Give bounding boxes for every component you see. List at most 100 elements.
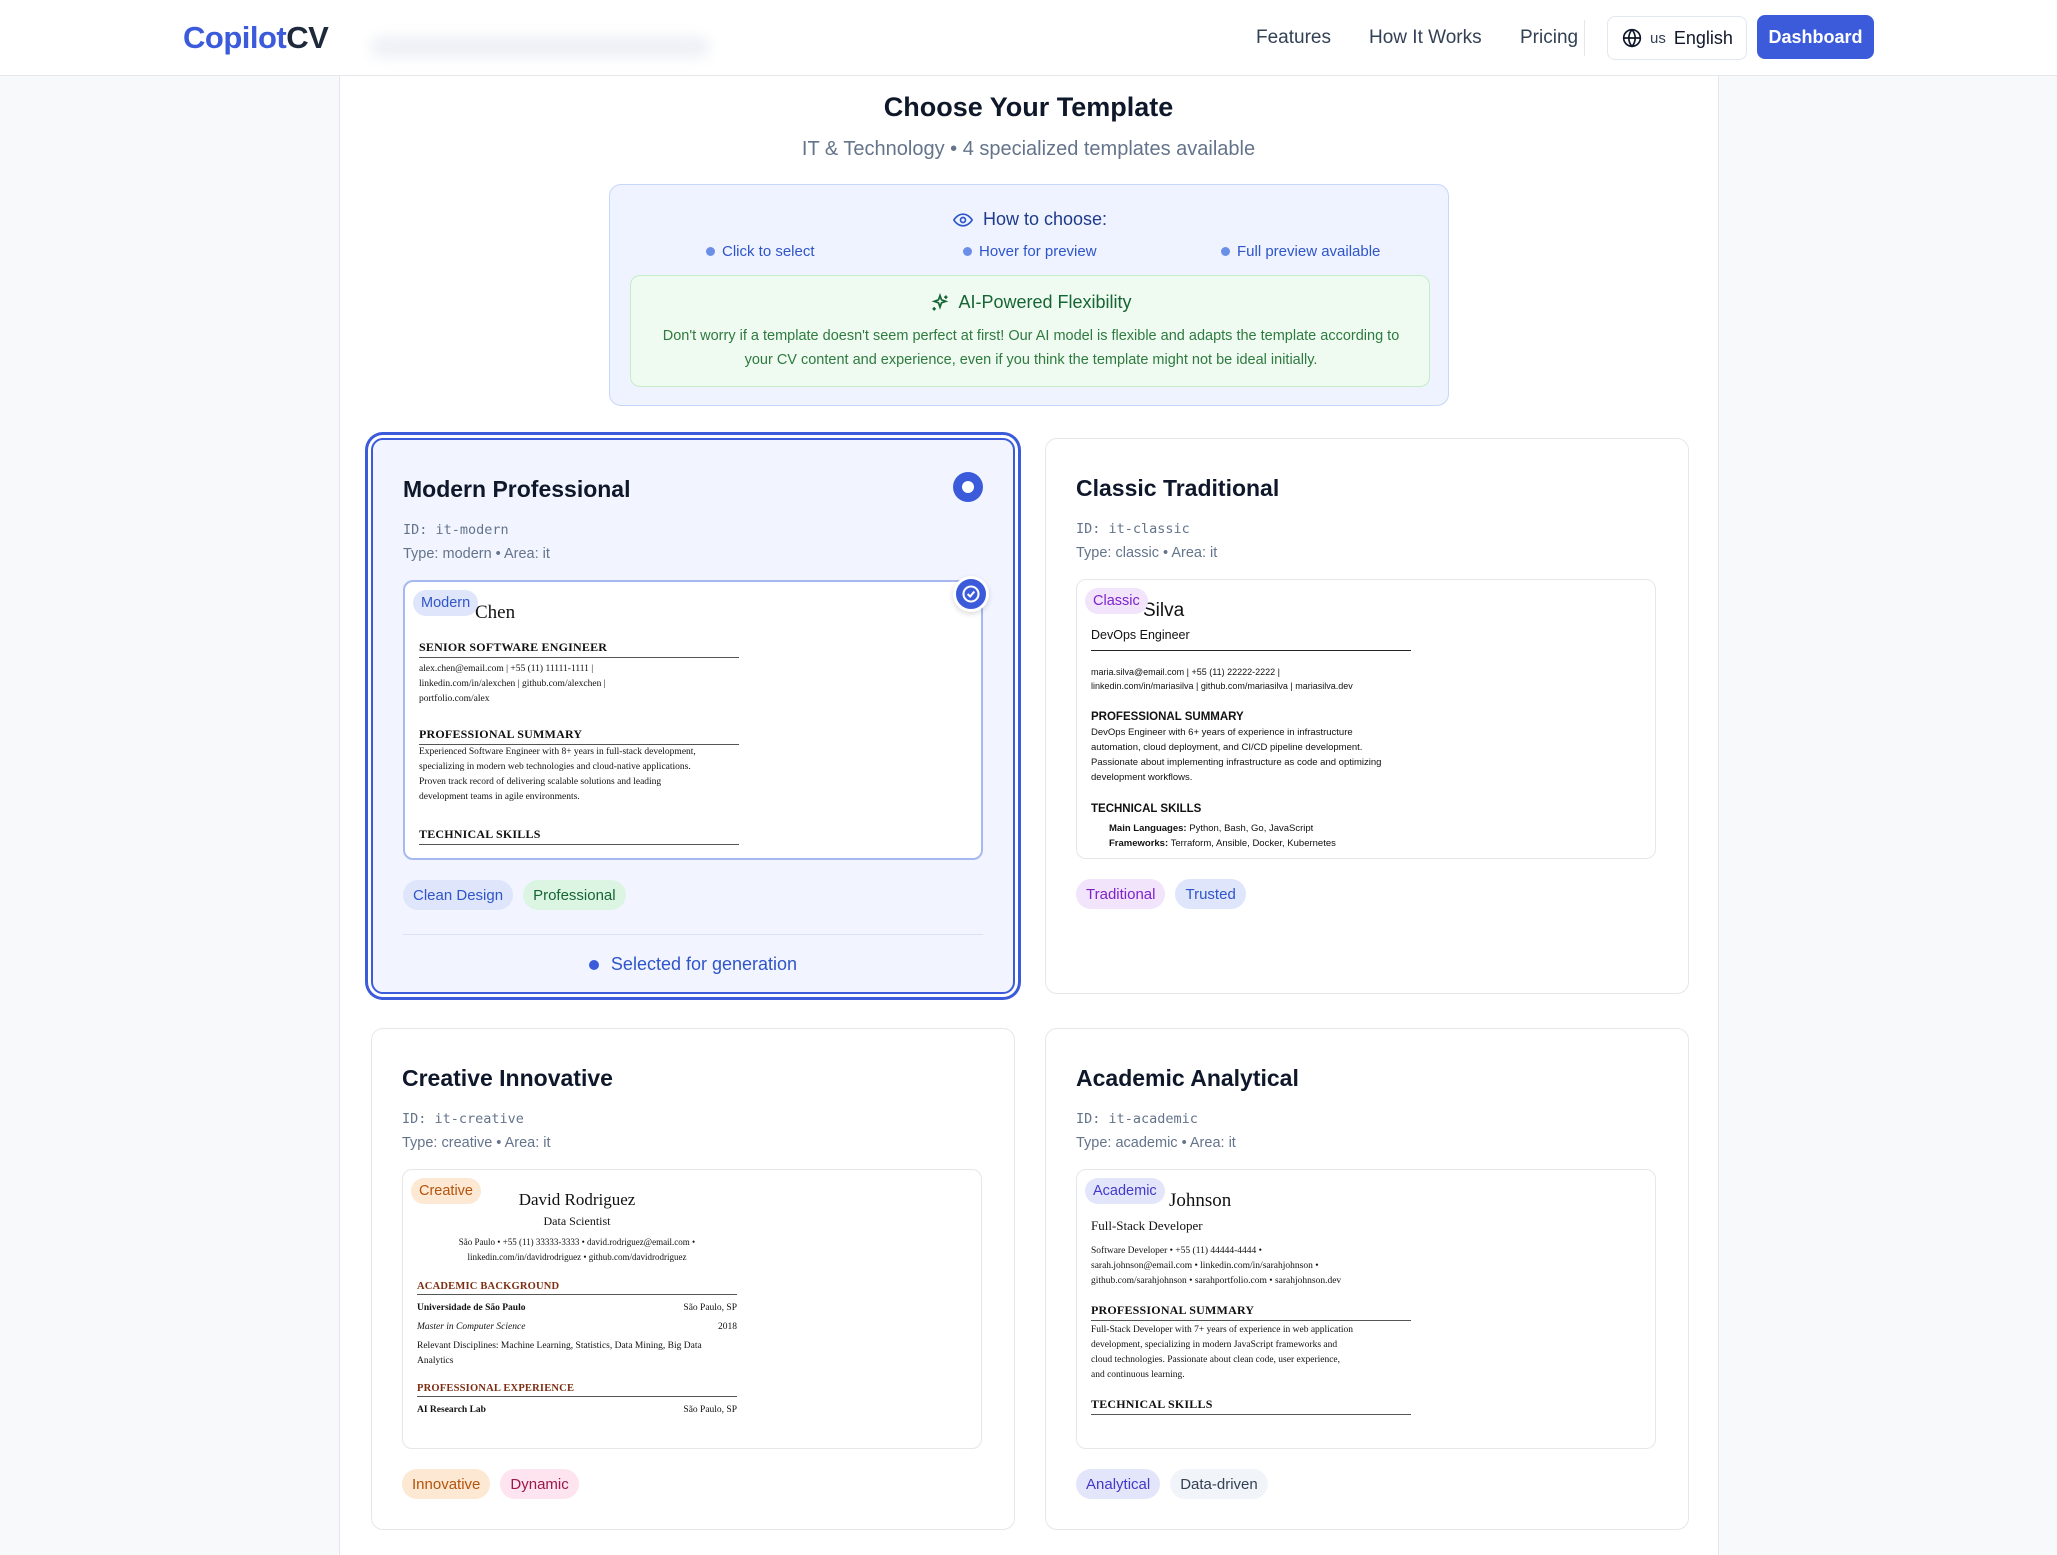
preview-heading: ACADEMIC BACKGROUND bbox=[417, 1281, 737, 1295]
preview-summary-line: specializing in modern web technologies … bbox=[419, 762, 691, 772]
preview-heading: TECHNICAL SKILLS bbox=[1091, 1397, 1411, 1415]
preview-heading: PROFESSIONAL SUMMARY bbox=[1091, 711, 1244, 723]
template-preview[interactable]: Creative David Rodriguez Data Scientist … bbox=[402, 1169, 982, 1449]
preview-skill-line: Frameworks: Terraform, Ansible, Docker, … bbox=[1109, 838, 1336, 849]
preview-skill-line: Main Languages: Python, Bash, Go, JavaSc… bbox=[1109, 823, 1314, 834]
preview-summary-line: development teams in agile environments. bbox=[419, 792, 580, 802]
template-type: Type: classic • Area: it bbox=[1076, 545, 1218, 561]
preview-summary-line: and continuous learning. bbox=[1091, 1370, 1185, 1380]
language-flag: us bbox=[1650, 29, 1666, 47]
nav-pricing-link[interactable]: Pricing bbox=[1520, 0, 1578, 76]
feature-chip: Trusted bbox=[1175, 879, 1246, 909]
feature-chip: Professional bbox=[523, 880, 626, 910]
preview-contact-line: alex.chen@email.com | +55 (11) 11111-111… bbox=[419, 664, 594, 674]
preview-summary-line: development, specializing in modern Java… bbox=[1091, 1340, 1338, 1350]
preview-role: Full-Stack Developer bbox=[1091, 1218, 1203, 1233]
preview-contact-line: sarah.johnson@email.com • linkedin.com/i… bbox=[1091, 1261, 1319, 1271]
bullet-dot bbox=[963, 247, 972, 256]
preview-summary-line: DevOps Engineer with 6+ years of experie… bbox=[1091, 727, 1353, 738]
template-tag-badge: Classic bbox=[1085, 588, 1148, 614]
page-subtitle: IT & Technology • 4 specialized template… bbox=[801, 138, 1256, 160]
template-id: ID: it-modern bbox=[403, 522, 509, 538]
preview-role: DevOps Engineer bbox=[1091, 628, 1411, 651]
selected-divider bbox=[403, 934, 983, 935]
step-full-preview: Full preview available bbox=[1221, 243, 1380, 260]
template-card-academic[interactable]: Academic Analytical ID: it-academic Type… bbox=[1045, 1028, 1689, 1530]
template-id: ID: it-creative bbox=[402, 1111, 524, 1127]
preview-heading: PROFESSIONAL SUMMARY bbox=[1091, 1303, 1411, 1321]
logo-part-cv: CV bbox=[286, 20, 329, 55]
preview-disciplines-line: Analytics bbox=[417, 1356, 454, 1366]
preview-contact-line: portfolio.com/alex bbox=[419, 694, 490, 704]
how-to-choose-title: How to choose: bbox=[610, 209, 1450, 230]
feature-chip: Dynamic bbox=[500, 1469, 579, 1499]
ai-flexibility-box: AI-Powered Flexibility Don't worry if a … bbox=[630, 275, 1430, 387]
dashboard-button[interactable]: Dashboard bbox=[1757, 15, 1874, 59]
preview-heading: TECHNICAL SKILLS bbox=[419, 827, 739, 845]
logo[interactable]: CopilotCV bbox=[183, 20, 329, 56]
page-title: Choose Your Template bbox=[883, 92, 1174, 122]
selected-radio-icon[interactable] bbox=[953, 472, 983, 502]
preview-company-row: AI Research Lab São Paulo, SP bbox=[417, 1405, 737, 1415]
preview-contact-line: linkedin.com/in/davidrodriguez • github.… bbox=[467, 1252, 687, 1262]
template-title: Creative Innovative bbox=[402, 1065, 613, 1091]
preview-summary-line: Experienced Software Engineer with 8+ ye… bbox=[419, 747, 696, 757]
preview-contact-line: maria.silva@email.com | +55 (11) 22222-2… bbox=[1091, 667, 1280, 677]
preview-summary-line: Passionate about implementing infrastruc… bbox=[1091, 757, 1382, 768]
template-card-classic[interactable]: Classic Traditional ID: it-classic Type:… bbox=[1045, 438, 1689, 994]
preview-heading: PROFESSIONAL EXPERIENCE bbox=[417, 1383, 737, 1397]
template-title: Modern Professional bbox=[403, 476, 631, 502]
check-circle-icon bbox=[953, 576, 989, 612]
preview-degree-row: Master in Computer Science 2018 bbox=[417, 1322, 737, 1332]
preview-contact-line: linkedin.com/in/alexchen | github.com/al… bbox=[419, 679, 606, 689]
template-type: Type: modern • Area: it bbox=[403, 546, 550, 562]
template-type: Type: academic • Area: it bbox=[1076, 1135, 1236, 1151]
preview-summary-line: Full-Stack Developer with 7+ years of ex… bbox=[1091, 1325, 1354, 1335]
bullet-dot bbox=[706, 247, 715, 256]
template-id: ID: it-academic bbox=[1076, 1111, 1198, 1127]
sparkles-icon bbox=[932, 292, 949, 310]
preview-contact-line: São Paulo • +55 (11) 33333-3333 • david.… bbox=[458, 1237, 696, 1247]
language-label: English bbox=[1673, 27, 1733, 48]
template-type: Type: creative • Area: it bbox=[402, 1135, 551, 1151]
template-preview[interactable]: Academic Johnson Full-Stack Developer So… bbox=[1076, 1169, 1656, 1449]
template-card-modern[interactable]: Modern Professional ID: it-modern Type: … bbox=[371, 438, 1015, 994]
selected-status: Selected for generation bbox=[373, 954, 1013, 975]
template-preview[interactable]: Modern Chen SENIOR SOFTWARE ENGINEER ale… bbox=[403, 580, 983, 860]
how-to-choose-box: How to choose: Click to select Hover for… bbox=[609, 184, 1449, 406]
preview-disciplines-line: Relevant Disciplines: Machine Learning, … bbox=[417, 1341, 702, 1351]
nav-divider bbox=[1584, 20, 1585, 56]
step-click-to-select: Click to select bbox=[706, 243, 815, 260]
preview-summary-line: Proven track record of delivering scalab… bbox=[419, 777, 662, 787]
preview-summary-line: cloud technologies. Passionate about cle… bbox=[1091, 1355, 1341, 1365]
blurred-placeholder bbox=[370, 36, 710, 58]
template-id: ID: it-classic bbox=[1076, 521, 1190, 537]
preview-school-row: Universidade de São Paulo São Paulo, SP bbox=[417, 1303, 737, 1313]
feature-chip: Clean Design bbox=[403, 880, 514, 910]
nav-how-it-works-link[interactable]: How It Works bbox=[1369, 0, 1482, 76]
preview-role: Data Scientist bbox=[543, 1214, 611, 1228]
template-preview[interactable]: Classic Silva DevOps Engineer maria.silv… bbox=[1076, 579, 1656, 859]
preview-heading: SENIOR SOFTWARE ENGINEER bbox=[419, 640, 739, 658]
eye-icon bbox=[952, 212, 973, 227]
preview-heading: PROFESSIONAL SUMMARY bbox=[419, 727, 739, 745]
status-dot bbox=[588, 959, 599, 970]
nav-features-link[interactable]: Features bbox=[1256, 0, 1331, 76]
template-card-creative[interactable]: Creative Innovative ID: it-creative Type… bbox=[371, 1028, 1015, 1530]
template-tag-badge: Academic bbox=[1085, 1178, 1165, 1204]
ai-flexibility-text: Don't worry if a template doesn't seem p… bbox=[662, 328, 1400, 368]
top-navbar: CopilotCV Features How It Works Pricing … bbox=[0, 0, 2057, 76]
language-selector[interactable]: us English bbox=[1607, 16, 1747, 60]
template-tag-badge: Modern bbox=[413, 590, 479, 616]
preview-summary-line: development workflows. bbox=[1091, 772, 1193, 783]
preview-contact-line: Software Developer • +55 (11) 44444-4444… bbox=[1091, 1246, 1263, 1256]
step-hover-for-preview: Hover for preview bbox=[963, 243, 1097, 260]
preview-contact-line: linkedin.com/in/mariasilva | github.com/… bbox=[1091, 681, 1353, 691]
feature-chip: Traditional bbox=[1076, 879, 1166, 909]
preview-summary-line: automation, cloud deployment, and CI/CD … bbox=[1091, 742, 1363, 753]
template-tag-badge: Creative bbox=[411, 1178, 481, 1204]
template-title: Classic Traditional bbox=[1076, 475, 1280, 501]
feature-chip: Analytical bbox=[1076, 1469, 1161, 1499]
bullet-dot bbox=[1221, 247, 1230, 256]
preview-heading: TECHNICAL SKILLS bbox=[1091, 803, 1202, 815]
